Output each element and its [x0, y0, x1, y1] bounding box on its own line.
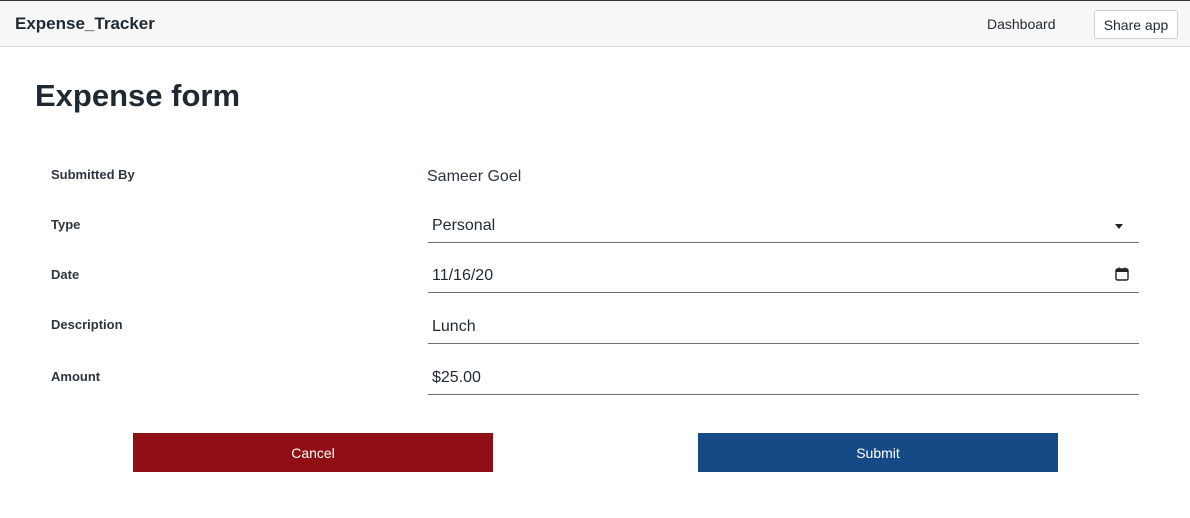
type-label: Type — [51, 217, 81, 232]
app-brand[interactable]: Expense_Tracker — [15, 14, 155, 34]
type-select[interactable]: Personal — [428, 209, 1139, 243]
chevron-down-icon — [1115, 224, 1123, 229]
amount-input-value: $25.00 — [432, 369, 481, 386]
submit-button[interactable]: Submit — [698, 433, 1058, 472]
submitted-by-value: Sameer Goel — [427, 168, 522, 185]
description-label: Description — [51, 317, 123, 332]
date-input-value: 11/16/20 — [432, 267, 494, 284]
share-app-button[interactable]: Share app — [1094, 10, 1178, 39]
date-input[interactable]: 11/16/20 — [428, 259, 1139, 293]
page-title: Expense form — [35, 78, 241, 113]
cancel-button[interactable]: Cancel — [133, 433, 493, 472]
nav-link-dashboard[interactable]: Dashboard — [987, 16, 1056, 32]
top-navbar: Expense_Tracker Dashboard Share app — [0, 0, 1190, 47]
date-label: Date — [51, 267, 80, 282]
amount-label: Amount — [51, 369, 101, 384]
type-select-value: Personal — [432, 217, 496, 234]
description-input[interactable]: Lunch — [428, 310, 1139, 344]
submitted-by-label: Submitted By — [51, 167, 135, 182]
amount-input[interactable]: $25.00 — [428, 361, 1139, 395]
description-input-value: Lunch — [432, 318, 476, 335]
calendar-icon[interactable] — [1115, 267, 1129, 281]
